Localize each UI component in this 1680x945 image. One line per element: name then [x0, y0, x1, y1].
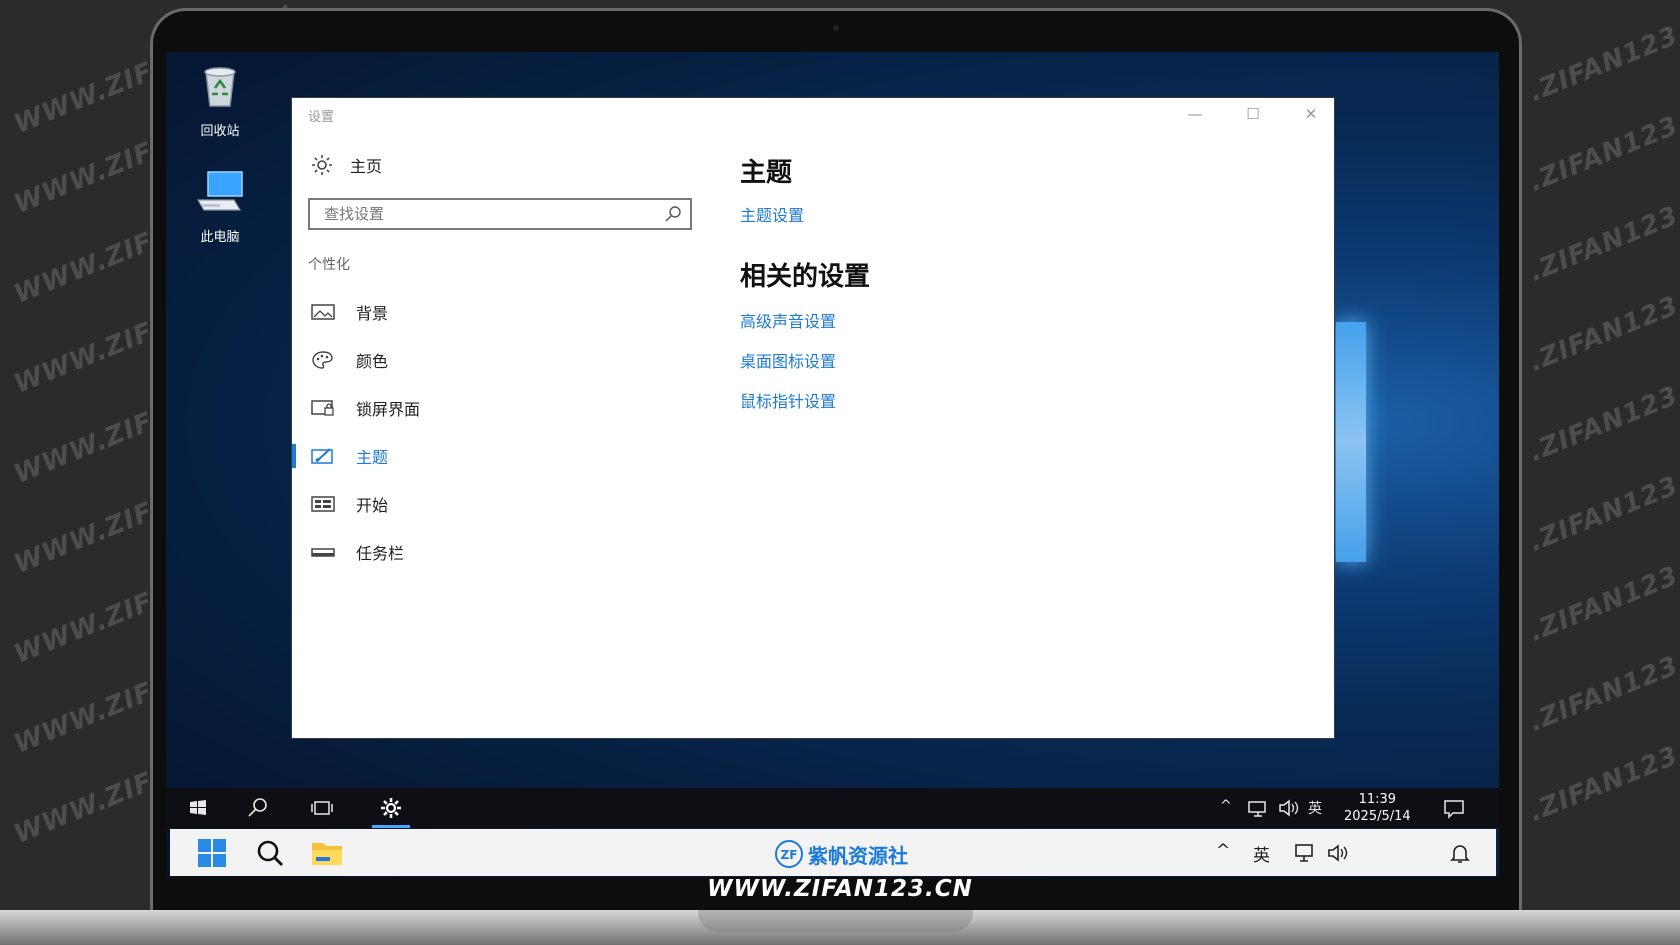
sidebar-item-label: 锁屏界面 [356, 400, 421, 419]
clock-time: 11:39 [1358, 792, 1397, 807]
taskbar-win10: ^ 英 11:39 2025/5/14 [166, 788, 1499, 828]
desktop-icon-this-pc[interactable]: 此电脑 [180, 166, 260, 245]
watermark-right-8: .ZIFAN123.CN [1525, 630, 1680, 738]
theme-settings-link[interactable]: 主题设置 [740, 202, 804, 226]
network-icon[interactable] [1294, 841, 1318, 865]
active-app-indicator [372, 825, 410, 828]
search-input[interactable] [310, 200, 650, 228]
sidebar-item-label: 开始 [356, 496, 389, 515]
sidebar-item-label: 任务栏 [356, 544, 405, 563]
gear-icon [312, 155, 332, 175]
sidebar-item-label: 颜色 [356, 352, 389, 371]
settings-window: 设置 — ☐ ✕ 主页 个性化 背景 颜色 [292, 98, 1334, 738]
brand-logo: ZF 紫帆资源社 [774, 839, 908, 869]
clock[interactable]: 11:39 2025/5/14 [1344, 791, 1411, 825]
watermark-right-2: .ZIFAN123.CN [1525, 90, 1680, 198]
taskbar-icon [311, 548, 335, 557]
watermark-right-9: .ZIFAN123.CN [1525, 720, 1680, 828]
ime-indicator[interactable]: 英 [1253, 841, 1270, 866]
desktop-icon-label: 此电脑 [200, 230, 240, 245]
taskbar-win11: ZF 紫帆资源社 ^ 英 [170, 829, 1496, 876]
desktop-icon-label: 回收站 [200, 124, 240, 139]
minimize-button[interactable]: — [1172, 102, 1218, 126]
zf-logo-text: ZF [781, 848, 798, 862]
section-label-personalization: 个性化 [308, 257, 350, 273]
tray-chevron[interactable]: ^ [1216, 841, 1230, 861]
ime-indicator[interactable]: 英 [1308, 798, 1322, 818]
palette-icon [312, 351, 333, 369]
watermark-right-1: .ZIFAN123.CN [1525, 0, 1680, 108]
recycle-bin-icon [204, 67, 236, 107]
file-explorer-icon[interactable] [310, 837, 344, 869]
lock-screen-icon [311, 400, 334, 416]
settings-gear-icon[interactable] [377, 794, 405, 822]
sidebar-item-label: 背景 [356, 304, 389, 323]
sidebar-item-themes[interactable]: 主题 [292, 436, 692, 476]
windows11-start-icon[interactable] [196, 837, 228, 869]
sidebar-item-label: 主题 [356, 448, 389, 467]
search-icon[interactable] [244, 794, 272, 822]
close-button[interactable]: ✕ [1288, 102, 1334, 126]
volume-icon[interactable] [1274, 794, 1302, 822]
sidebar-item-label: 主页 [350, 157, 383, 176]
sidebar-item-background[interactable]: 背景 [292, 292, 692, 332]
window-title: 设置 [308, 110, 335, 125]
windows-logo-glow [1336, 322, 1366, 562]
title-bar: 设置 — ☐ ✕ [292, 98, 1334, 130]
page-title: 主题 [740, 158, 793, 188]
watermark-right-6: .ZIFAN123.CN [1525, 450, 1680, 558]
search-box[interactable] [308, 198, 692, 230]
related-settings-heading: 相关的设置 [740, 262, 871, 292]
watermark-right-5: .ZIFAN123.CN [1525, 360, 1680, 468]
theme-brush-icon [311, 448, 333, 464]
this-pc-icon [196, 171, 243, 211]
sidebar-item-start[interactable]: 开始 [292, 484, 692, 524]
mouse-pointer-settings-link[interactable]: 鼠标指针设置 [740, 388, 836, 412]
windows-start-icon[interactable] [184, 794, 212, 822]
watermark-right-7: .ZIFAN123.CN [1525, 540, 1680, 648]
maximize-button[interactable]: ☐ [1230, 102, 1276, 126]
background-icon [311, 304, 335, 320]
sidebar-item-home[interactable]: 主页 [310, 152, 382, 178]
desktop-icon-settings-link[interactable]: 桌面图标设置 [740, 348, 836, 372]
search-icon[interactable] [254, 837, 286, 869]
sidebar-item-lock-screen[interactable]: 锁屏界面 [292, 388, 692, 428]
sidebar-item-colors[interactable]: 颜色 [292, 340, 692, 380]
watermark-right-3: .ZIFAN123.CN [1525, 180, 1680, 288]
volume-icon[interactable] [1326, 841, 1352, 865]
action-center-icon[interactable] [1440, 794, 1468, 822]
zf-logo-icon: ZF [775, 840, 803, 868]
camera-dot [833, 25, 839, 31]
search-icon [665, 206, 681, 222]
brand-text: 紫帆资源社 [808, 843, 908, 868]
tray-chevron[interactable]: ^ [1220, 798, 1232, 814]
start-icon [311, 496, 335, 512]
task-view-icon[interactable] [308, 794, 336, 822]
network-icon[interactable] [1244, 794, 1272, 822]
laptop-base-notch [698, 910, 973, 932]
sidebar-item-taskbar[interactable]: 任务栏 [292, 532, 692, 572]
url-banner: WWW.ZIFAN123.CN [707, 876, 973, 902]
watermark-right-4: .ZIFAN123.CN [1525, 270, 1680, 378]
advanced-sound-settings-link[interactable]: 高级声音设置 [740, 308, 836, 332]
notification-bell-icon[interactable] [1448, 841, 1472, 865]
desktop-icon-recycle-bin[interactable]: 回收站 [180, 60, 260, 139]
clock-date: 2025/5/14 [1344, 809, 1411, 824]
